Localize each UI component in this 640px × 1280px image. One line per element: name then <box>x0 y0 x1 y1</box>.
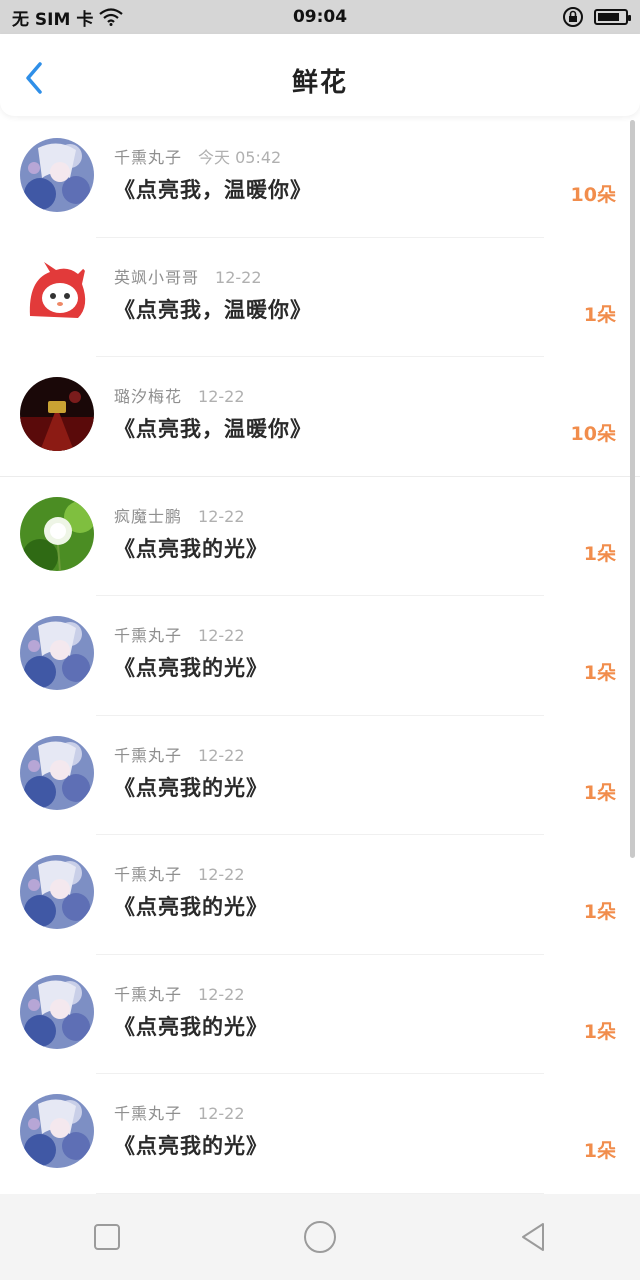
gift-message: 《点亮我的光》 <box>114 1134 268 1158</box>
send-time: 12-22 <box>198 865 245 884</box>
nav-bar: 鲜花 <box>0 34 640 116</box>
sender-name: 千熏丸子 <box>114 626 183 645</box>
gift-message: 《点亮我的光》 <box>114 536 268 561</box>
recent-apps-button[interactable] <box>87 1217 127 1257</box>
avatar[interactable] <box>20 616 94 690</box>
list-item[interactable]: 千熏丸子 12-22 《点亮我的光》 1朵 <box>0 1074 640 1194</box>
square-icon <box>93 1224 120 1250</box>
flower-count: 1朵 <box>583 662 616 684</box>
list-item[interactable]: 千熏丸子 12-22 《点亮我的光》 1朵 <box>0 716 640 836</box>
gift-message: 《点亮我，温暖你》 <box>114 297 312 322</box>
item-meta: 疯魔士鹏 12-22 <box>114 503 245 527</box>
send-time: 12-22 <box>198 506 245 526</box>
flower-count: 10朵 <box>570 184 616 206</box>
item-meta: 千熏丸子 12-22 <box>114 1100 245 1124</box>
flower-count: 1朵 <box>583 781 616 804</box>
carrier-label: 无 SIM 卡 <box>12 9 94 30</box>
send-time: 12-22 <box>198 984 245 1004</box>
gift-message: 《点亮我的光》 <box>114 1014 268 1039</box>
send-time: 12-22 <box>198 1104 245 1123</box>
item-meta: 璐汐梅花 12-22 <box>114 383 245 407</box>
sender-name: 千熏丸子 <box>114 865 183 884</box>
avatar[interactable] <box>20 377 94 451</box>
flower-count: 1朵 <box>583 1140 616 1162</box>
rotation-lock-icon <box>563 7 583 27</box>
wifi-icon <box>99 8 124 26</box>
sender-name: 疯魔士鹏 <box>114 506 183 526</box>
item-meta: 千熏丸子 12-22 <box>114 981 245 1005</box>
item-meta: 千熏丸子 12-22 <box>114 861 245 885</box>
flower-count: 1朵 <box>583 901 616 923</box>
item-meta: 英飒小哥哥 12-22 <box>114 264 262 288</box>
list-item[interactable]: 璐汐梅花 12-22 《点亮我，温暖你》 10朵 <box>0 357 640 477</box>
sender-name: 璐汐梅花 <box>114 387 183 406</box>
sender-name: 千熏丸子 <box>114 148 183 167</box>
status-bar: 无 SIM 卡 09:04 <box>0 0 640 34</box>
system-nav-bar <box>0 1194 640 1280</box>
list-item[interactable]: 千熏丸子 今天 05:42 《点亮我，温暖你》 10朵 <box>0 118 640 238</box>
flower-count: 1朵 <box>583 303 616 326</box>
flower-count: 10朵 <box>570 423 616 445</box>
item-meta: 千熏丸子 今天 05:42 <box>114 144 281 168</box>
status-left: 无 SIM 卡 <box>12 5 124 30</box>
page-title: 鲜花 <box>291 68 348 98</box>
list-item[interactable]: 千熏丸子 12-22 《点亮我的光》 1朵 <box>0 596 640 716</box>
item-meta: 千熏丸子 12-22 <box>114 742 245 766</box>
gift-message: 《点亮我的光》 <box>114 656 268 680</box>
send-time: 12-22 <box>198 626 245 645</box>
list-item[interactable]: 英飒小哥哥 12-22 《点亮我，温暖你》 1朵 <box>0 238 640 358</box>
list-item[interactable]: 千熏丸子 12-22 《点亮我的光》 1朵 <box>0 955 640 1075</box>
circle-icon <box>303 1221 336 1253</box>
avatar[interactable] <box>20 138 94 212</box>
sender-name: 英飒小哥哥 <box>114 267 200 287</box>
gift-message: 《点亮我，温暖你》 <box>114 178 312 202</box>
avatar[interactable] <box>20 496 94 571</box>
gift-message: 《点亮我的光》 <box>114 895 268 919</box>
avatar[interactable] <box>20 974 94 1049</box>
back-system-button[interactable] <box>513 1217 553 1257</box>
status-right <box>562 6 631 28</box>
battery-icon <box>594 9 631 25</box>
gift-message: 《点亮我，温暖你》 <box>114 417 312 441</box>
send-time: 今天 05:42 <box>198 148 282 167</box>
sender-name: 千熏丸子 <box>114 984 183 1004</box>
list-item[interactable]: 千熏丸子 12-22 《点亮我的光》 1朵 <box>0 835 640 955</box>
avatar[interactable] <box>20 735 94 810</box>
send-time: 12-22 <box>198 745 245 765</box>
flower-count: 1朵 <box>583 542 616 565</box>
avatar[interactable] <box>20 855 94 929</box>
avatar[interactable] <box>20 1094 94 1168</box>
gift-list[interactable]: 千熏丸子 今天 05:42 《点亮我，温暖你》 10朵 英飒小哥哥 12-22 《点亮我，温… <box>0 118 640 1194</box>
send-time: 12-22 <box>198 387 245 406</box>
sender-name: 千熏丸子 <box>114 1104 183 1123</box>
scrollbar[interactable] <box>630 120 635 858</box>
gift-message: 《点亮我的光》 <box>114 775 268 800</box>
battery-fill <box>598 13 619 21</box>
triangle-back-icon <box>522 1223 545 1251</box>
send-time: 12-22 <box>215 267 262 287</box>
flower-count: 1朵 <box>583 1020 616 1043</box>
avatar[interactable] <box>20 257 94 332</box>
sender-name: 千熏丸子 <box>114 745 183 765</box>
item-meta: 千熏丸子 12-22 <box>114 622 245 646</box>
list-item[interactable]: 疯魔士鹏 12-22 《点亮我的光》 1朵 <box>0 477 640 597</box>
home-button[interactable] <box>300 1217 340 1257</box>
